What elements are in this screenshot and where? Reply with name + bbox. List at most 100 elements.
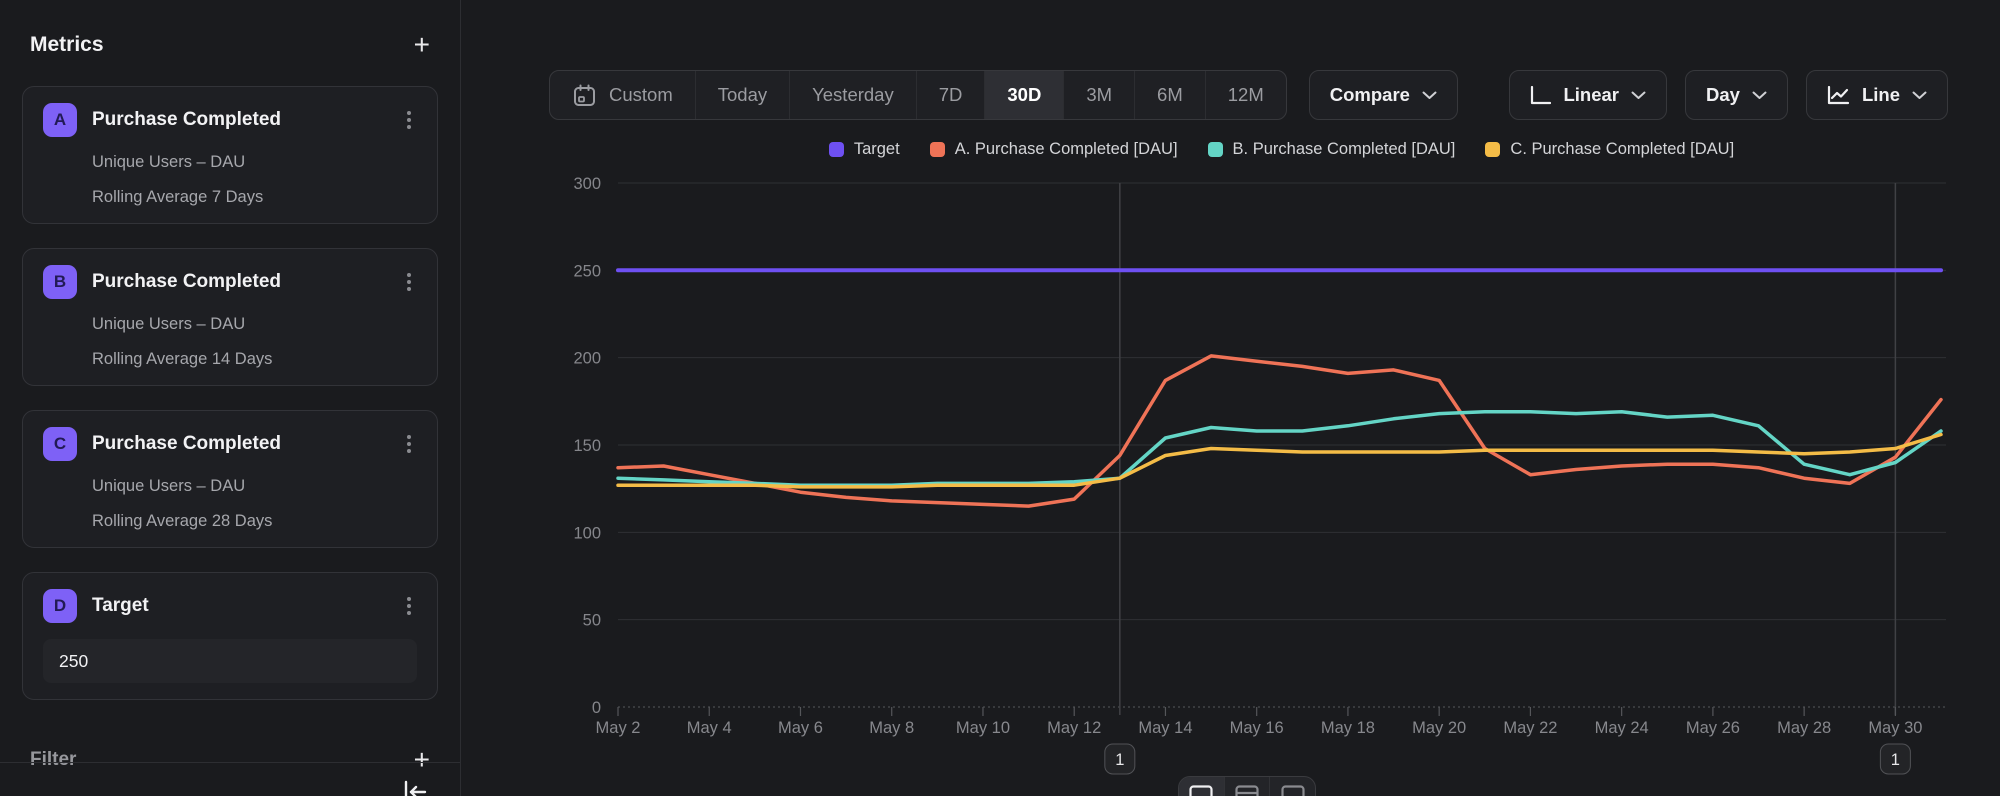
metrics-header: Metrics + [30, 28, 434, 62]
target-card-head: D Target [43, 589, 417, 623]
add-metric-button[interactable]: + [410, 31, 434, 59]
metric-card-head: B Purchase Completed [43, 265, 417, 299]
range-label: 6M [1157, 84, 1183, 106]
line-chart: 050100150200250300May 2May 4May 6May 8Ma… [461, 130, 2000, 796]
x-axis-label: May 16 [1230, 719, 1284, 737]
chart-canvas: 050100150200250300May 2May 4May 6May 8Ma… [461, 130, 2000, 796]
x-axis-label: May 6 [778, 719, 823, 737]
x-axis-label: May 30 [1868, 719, 1922, 737]
range-12m-button[interactable]: 12M [1205, 71, 1286, 119]
x-axis-label: May 24 [1595, 719, 1649, 737]
metric-card-head: C Purchase Completed [43, 427, 417, 461]
metric-badge: C [43, 427, 77, 461]
kebab-menu-icon[interactable] [401, 431, 417, 457]
chevron-down-icon [1422, 91, 1437, 100]
x-axis-label: May 12 [1047, 719, 1101, 737]
app-root: Metrics + A Purchase Completed Unique Us… [0, 0, 2000, 796]
chart-toolbar: Custom Today Yesterday 7D 30D 3M 6M 12M … [549, 70, 1948, 120]
range-label: 12M [1228, 84, 1264, 106]
y-axis-label: 250 [573, 262, 601, 280]
target-card[interactable]: D Target [22, 572, 438, 700]
metric-card-b[interactable]: B Purchase Completed Unique Users – DAU … [22, 248, 438, 386]
metric-card-c[interactable]: C Purchase Completed Unique Users – DAU … [22, 410, 438, 548]
range-7d-button[interactable]: 7D [916, 71, 985, 119]
y-axis-label: 200 [573, 350, 601, 368]
y-axis-label: 0 [592, 699, 601, 717]
svg-text:1: 1 [1115, 751, 1124, 769]
table-panel-icon [1235, 785, 1259, 796]
metric-badge: A [43, 103, 77, 137]
range-3m-button[interactable]: 3M [1063, 71, 1134, 119]
date-range-control: Custom Today Yesterday 7D 30D 3M 6M 12M [549, 70, 1287, 120]
filter-title: Filter [30, 749, 76, 771]
sidebar: Metrics + A Purchase Completed Unique Us… [0, 0, 461, 796]
chart-view-button[interactable] [1179, 777, 1224, 796]
target-value-input[interactable] [43, 639, 417, 683]
kebab-menu-icon[interactable] [401, 593, 417, 619]
range-today-button[interactable]: Today [695, 71, 789, 119]
metric-transform: Rolling Average 14 Days [92, 350, 417, 369]
calendar-icon [572, 83, 597, 108]
x-axis-label: May 26 [1686, 719, 1740, 737]
chart-panel-icon [1189, 785, 1213, 796]
metric-card-head: A Purchase Completed [43, 103, 417, 137]
range-label: Custom [609, 84, 673, 106]
split-view-button[interactable] [1269, 777, 1315, 796]
scale-select-button[interactable]: Linear [1509, 70, 1667, 120]
range-6m-button[interactable]: 6M [1134, 71, 1205, 119]
target-title: Target [92, 595, 149, 617]
line-chart-icon [1827, 86, 1850, 105]
arrow-to-line-left-icon [402, 779, 428, 796]
range-custom-button[interactable]: Custom [550, 71, 695, 119]
plus-icon: + [414, 29, 430, 60]
sidebar-divider [0, 762, 460, 763]
metric-title: Purchase Completed [92, 271, 281, 293]
metric-transform: Rolling Average 28 Days [92, 512, 417, 531]
y-axis-label: 50 [583, 612, 601, 630]
series-line [618, 435, 1941, 487]
blank-panel-icon [1281, 785, 1305, 796]
table-view-button[interactable] [1224, 777, 1270, 796]
metric-card-a[interactable]: A Purchase Completed Unique Users – DAU … [22, 86, 438, 224]
collapse-sidebar-button[interactable] [402, 779, 428, 796]
filter-header: Filter + [30, 746, 434, 774]
metric-measure: Unique Users – DAU [92, 153, 417, 172]
annotation-badge[interactable]: 1 [1880, 744, 1910, 774]
add-filter-button[interactable]: + [410, 746, 434, 774]
x-axis-label: May 28 [1777, 719, 1831, 737]
x-axis-label: May 14 [1138, 719, 1192, 737]
y-axis-label: 100 [573, 524, 601, 542]
metric-badge: B [43, 265, 77, 299]
x-axis-label: May 8 [869, 719, 914, 737]
metric-transform: Rolling Average 7 Days [92, 188, 417, 207]
svg-text:1: 1 [1891, 751, 1900, 769]
range-yesterday-button[interactable]: Yesterday [789, 71, 916, 119]
chart-display-controls: Linear Day Line [1509, 70, 1948, 120]
kebab-menu-icon[interactable] [401, 269, 417, 295]
chevron-down-icon [1752, 91, 1767, 100]
granularity-select-button[interactable]: Day [1685, 70, 1788, 120]
range-label: 7D [939, 84, 963, 106]
kebab-menu-icon[interactable] [401, 107, 417, 133]
range-label: Today [718, 84, 767, 106]
granularity-label: Day [1706, 84, 1740, 106]
linear-axis-icon [1530, 86, 1551, 105]
annotation-badge[interactable]: 1 [1105, 744, 1135, 774]
x-axis-label: May 4 [687, 719, 732, 737]
metrics-title: Metrics [30, 33, 104, 57]
compare-label: Compare [1330, 84, 1410, 106]
chart-type-select-button[interactable]: Line [1806, 70, 1948, 120]
plus-icon: + [414, 744, 430, 775]
x-axis-label: May 18 [1321, 719, 1375, 737]
chart-panel: Custom Today Yesterday 7D 30D 3M 6M 12M … [461, 0, 2000, 796]
chevron-down-icon [1912, 91, 1927, 100]
range-label: 3M [1086, 84, 1112, 106]
range-30d-button[interactable]: 30D [984, 71, 1063, 119]
chart-type-label: Line [1862, 84, 1900, 106]
view-switcher [1178, 776, 1316, 796]
chevron-down-icon [1631, 91, 1646, 100]
x-axis-label: May 10 [956, 719, 1010, 737]
metric-title: Purchase Completed [92, 433, 281, 455]
compare-button[interactable]: Compare [1309, 70, 1458, 120]
scale-label: Linear [1563, 84, 1619, 106]
